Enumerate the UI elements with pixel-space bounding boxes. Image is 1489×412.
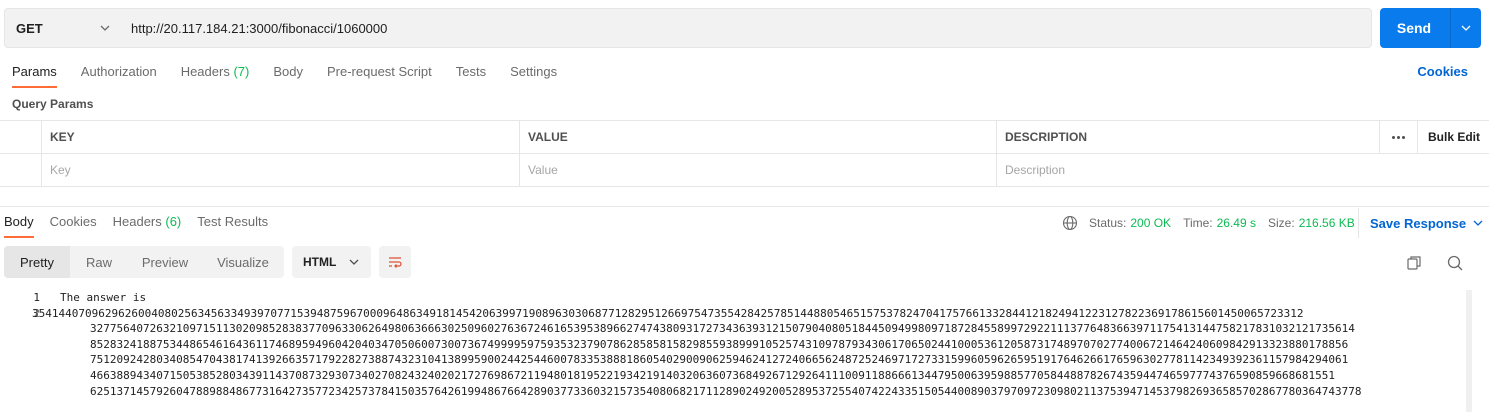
copy-icon[interactable] — [1405, 254, 1423, 272]
tab-params[interactable]: Params — [12, 58, 57, 88]
method-value: GET — [16, 20, 43, 36]
code-line-wrap: 6251371457926047889884867731642735772342… — [90, 384, 1362, 398]
url-input[interactable]: http://20.117.184.21:3000/fibonacci/1060… — [120, 8, 1372, 48]
status-value[interactable]: 200 OK — [1130, 216, 1171, 230]
tab-body-label: Body — [273, 64, 303, 79]
query-params-table: KEY VALUE DESCRIPTION Bulk Edit Key Valu… — [0, 120, 1489, 187]
chevron-down-icon — [349, 259, 359, 265]
table-header-row: KEY VALUE DESCRIPTION Bulk Edit — [0, 121, 1489, 154]
code-line-wrap: 3277564072632109715113020985283837709633… — [90, 322, 1355, 336]
query-params-title: Query Params — [12, 97, 94, 111]
response-body-viewer[interactable]: 1 2 The answer is 3541440709629626004080… — [0, 290, 1489, 412]
chevron-down-icon — [1461, 25, 1471, 31]
code-line: The answer is — [60, 291, 147, 304]
bulk-edit-button[interactable]: Bulk Edit — [1417, 121, 1489, 153]
save-response-label: Save Response — [1370, 215, 1467, 231]
tab-tests-label: Tests — [455, 64, 487, 79]
cookies-link[interactable]: Cookies — [1417, 64, 1468, 79]
send-button[interactable]: Send — [1380, 8, 1481, 48]
wrap-lines-icon — [389, 257, 402, 268]
tab-authorization-label: Authorization — [80, 64, 157, 79]
vertical-scrollbar[interactable] — [1466, 290, 1472, 412]
save-response-button[interactable]: Save Response — [1358, 208, 1483, 238]
tab-response-body[interactable]: Body — [4, 208, 34, 238]
tab-settings-label: Settings — [510, 64, 558, 79]
line-number: 1 — [33, 291, 40, 304]
more-options-button[interactable] — [1379, 121, 1417, 153]
tab-response-cookies[interactable]: Cookies — [50, 208, 97, 238]
headers-count-badge: (7) — [233, 64, 250, 79]
tab-response-body-label: Body — [4, 214, 34, 229]
tab-test-results-label: Test Results — [197, 214, 269, 229]
key-column-header: KEY — [41, 121, 519, 153]
send-label: Send — [1396, 20, 1432, 36]
response-headers-count-badge: (6) — [165, 214, 182, 229]
chevron-down-icon — [1473, 220, 1483, 226]
send-options-button[interactable] — [1451, 8, 1481, 48]
code-line-wrap: 8528324188753448654616436117468959496042… — [90, 337, 1349, 351]
time-value[interactable]: 26.49 s — [1217, 216, 1256, 230]
size-value[interactable]: 216.56 KB — [1299, 216, 1355, 230]
tab-tests[interactable]: Tests — [456, 58, 486, 88]
description-column-header: DESCRIPTION — [996, 121, 1379, 153]
code-line-wrap: 4663889434071505385280343911437087329307… — [90, 368, 1336, 382]
chevron-down-icon — [100, 25, 110, 31]
view-mode-selector: Pretty Raw Preview Visualize — [4, 246, 284, 278]
tab-response-headers-label: Headers — [112, 214, 162, 229]
globe-icon[interactable] — [1062, 215, 1078, 231]
description-input[interactable]: Description — [996, 154, 1379, 186]
method-select[interactable]: GET — [4, 8, 121, 48]
code-line: 3541440709629626004080256345633493970771… — [32, 306, 1304, 320]
time-label: Time: — [1183, 216, 1213, 230]
request-tabs: Params Authorization Headers (7) Body Pr… — [12, 58, 581, 88]
tab-response-headers[interactable]: Headers (6) — [113, 208, 182, 238]
tab-pre-request-script[interactable]: Pre-request Script — [327, 58, 432, 88]
format-select[interactable]: HTML — [292, 246, 371, 278]
table-row: Key Value Description — [0, 154, 1489, 187]
tab-test-results[interactable]: Test Results — [197, 208, 268, 238]
view-pretty-button[interactable]: Pretty — [4, 246, 70, 278]
status-label: Status: — [1089, 216, 1127, 230]
tab-authorization[interactable]: Authorization — [81, 58, 157, 88]
pane-divider[interactable] — [0, 206, 1489, 207]
tab-body[interactable]: Body — [273, 58, 303, 88]
search-icon[interactable] — [1446, 254, 1464, 272]
tab-headers-label: Headers — [180, 64, 230, 79]
view-preview-button[interactable]: Preview — [128, 246, 202, 278]
code-lines: The answer is 35414407096296260040802563… — [32, 290, 1466, 399]
size-label: Size: — [1268, 216, 1295, 230]
tab-settings[interactable]: Settings — [510, 58, 557, 88]
checkbox-column-header — [0, 121, 41, 153]
tab-pre-request-label: Pre-request Script — [326, 64, 432, 79]
more-horizontal-icon — [1392, 135, 1405, 139]
view-visualize-button[interactable]: Visualize — [202, 246, 284, 278]
wrap-lines-button[interactable] — [379, 246, 411, 278]
value-column-header: VALUE — [519, 121, 996, 153]
code-line-wrap: 7512092428034085470438174139266357179228… — [90, 353, 1349, 367]
request-url-bar: GET http://20.117.184.21:3000/fibonacci/… — [4, 8, 1484, 48]
tab-response-cookies-label: Cookies — [49, 214, 97, 229]
key-input[interactable]: Key — [41, 154, 519, 186]
tab-params-label: Params — [12, 64, 57, 79]
value-input[interactable]: Value — [519, 154, 996, 186]
format-value: HTML — [303, 255, 337, 269]
url-value: http://20.117.184.21:3000/fibonacci/1060… — [131, 20, 388, 36]
response-meta: Status: 200 OK Time: 26.49 s Size: 216.5… — [1062, 214, 1367, 232]
view-raw-button[interactable]: Raw — [70, 246, 128, 278]
tab-headers[interactable]: Headers (7) — [181, 58, 250, 88]
row-checkbox-cell — [0, 154, 41, 186]
response-tabs: Body Cookies Headers (6) Test Results — [4, 208, 284, 238]
